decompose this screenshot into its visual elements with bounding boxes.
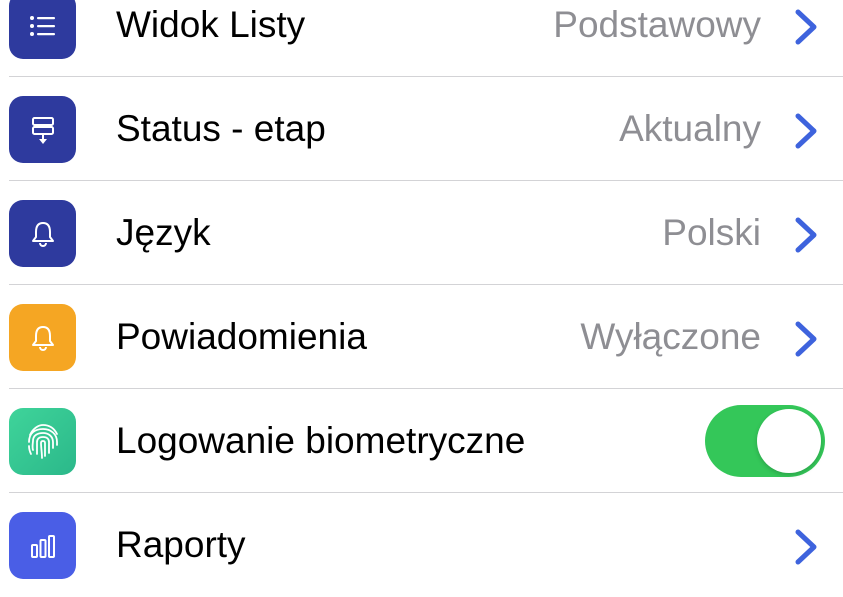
settings-row-value: Polski	[662, 212, 761, 253]
bell-icon	[9, 304, 76, 371]
settings-list: Widok Listy Podstawowy Status - etap Akt…	[0, 0, 843, 597]
toggle-knob	[757, 409, 821, 473]
chevron-right-icon	[795, 217, 817, 253]
settings-row-label: Język	[116, 212, 211, 253]
bell-icon	[9, 200, 76, 267]
settings-row-reports[interactable]: Raporty	[0, 493, 843, 597]
settings-row-value: Wyłączone	[580, 316, 761, 357]
fingerprint-icon	[9, 408, 76, 475]
settings-row-status-stage[interactable]: Status - etap Aktualny	[0, 77, 843, 181]
settings-row-value: Aktualny	[619, 108, 761, 149]
settings-row-label: Raporty	[116, 524, 246, 565]
settings-row-label: Status - etap	[116, 108, 326, 149]
settings-row-list-view[interactable]: Widok Listy Podstawowy	[0, 0, 843, 77]
settings-row-language[interactable]: Język Polski	[0, 181, 843, 285]
biometric-login-toggle[interactable]	[705, 405, 825, 477]
settings-row-value: Podstawowy	[553, 4, 761, 45]
chevron-right-icon	[795, 9, 817, 45]
chevron-right-icon	[795, 529, 817, 565]
settings-row-label: Logowanie biometryczne	[116, 420, 526, 461]
list-icon	[9, 0, 76, 59]
settings-row-notifications[interactable]: Powiadomienia Wyłączone	[0, 285, 843, 389]
chevron-right-icon	[795, 113, 817, 149]
bar-chart-icon	[9, 512, 76, 579]
settings-row-label: Widok Listy	[116, 4, 306, 45]
status-stage-icon	[9, 96, 76, 163]
chevron-right-icon	[795, 321, 817, 357]
settings-row-label: Powiadomienia	[116, 316, 367, 357]
settings-row-biometric-login: Logowanie biometryczne	[0, 389, 843, 493]
